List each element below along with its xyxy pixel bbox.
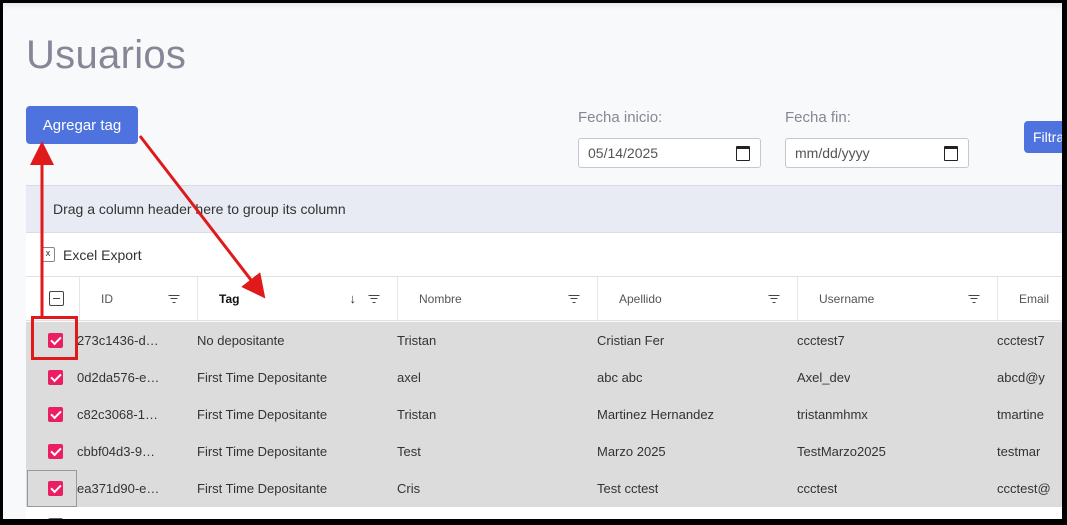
cell-email: ccctest@ [997,481,1051,496]
cell-tag: First Time Depositante [197,407,328,422]
column-header-tag[interactable]: Tag ↓ [197,277,397,320]
sort-descending-icon[interactable]: ↓ [350,291,357,306]
column-header-username[interactable]: Username [797,277,997,320]
start-date-input[interactable]: 05/14/2025 [578,138,761,168]
cell-nombre: daniel [397,507,432,519]
column-header-id[interactable]: ID [79,277,197,320]
cell-username: tristanmhmx [797,407,868,422]
filter-icon[interactable] [168,294,179,303]
column-header-email[interactable]: Email [997,277,1062,320]
cell-apellido: Carza ramp [597,507,665,519]
select-all-checkbox[interactable] [49,291,64,306]
page-title: Usuarios [26,33,187,77]
app-window: Usuarios Agregar tag Fecha inicio: 05/14… [3,3,1062,519]
filter-icon[interactable] [568,294,579,303]
table-row[interactable]: cbbf04d3-9… First Time Depositante Test Mar… [26,433,1062,470]
cell-tag: First Time Depositante [197,370,328,385]
end-date-label: Fecha fin: [785,109,851,126]
table-row[interactable]: 0d2da576-e… First Time Depositante axel abc… [26,359,1062,396]
cell-email: tmartine [997,407,1044,422]
row-checkbox[interactable] [48,407,63,422]
column-label: Nombre [419,291,462,306]
users-grid: Drag a column header here to group its c… [26,185,1062,519]
start-date-value: 05/14/2025 [588,145,659,161]
grid-header: ID Tag ↓ Nombre Apellido Username Email [26,277,1062,321]
cell-nombre: Cris [397,481,421,496]
row-select-cell[interactable] [26,470,77,507]
row-checkbox[interactable] [48,481,63,496]
cell-id: 0d2da576-e… [77,370,160,385]
group-panel[interactable]: Drag a column header here to group its c… [26,185,1062,233]
cell-username: ccctest [797,481,838,496]
row-checkbox[interactable] [48,370,63,385]
cell-email: bestab [997,507,1036,519]
cell-apellido: Marzo 2025 [597,444,666,459]
cell-apellido: abc abc [597,370,643,385]
cell-id: cbbf04d3-9… [77,444,156,459]
end-date-input[interactable]: mm/dd/yyyy [785,138,969,168]
column-label: Tag [219,291,240,306]
filter-icon[interactable] [968,294,979,303]
row-checkbox[interactable] [48,444,63,459]
cell-username: ccctest7 [797,333,845,348]
cell-id: ea371d90-e… [77,481,160,496]
column-label: Username [819,291,875,306]
cell-nombre: Tristan [397,333,437,348]
cell-nombre: axel [397,370,421,385]
cell-email: testmar [997,444,1041,459]
table-row[interactable]: c82c3068-1… First Time Depositante Tristan… [26,396,1062,433]
column-label: Email [1019,291,1050,306]
cell-id: 8031a04e-7… [77,507,159,519]
table-row[interactable]: 8031a04e-7… daniel Carza ramp bestabeta best… [26,507,1062,519]
cell-nombre: Tristan [397,407,437,422]
table-row[interactable]: ea371d90-e… First Time Depositante Cris Tes… [26,470,1062,507]
excel-icon: X [41,247,55,262]
cell-username: TestMarzo2025 [797,444,886,459]
start-date-label: Fecha inicio: [578,109,663,126]
cell-tag: No depositante [197,333,285,348]
grid-toolbar: X Excel Export [26,233,1062,277]
row-select-cell[interactable] [26,396,76,433]
cell-email: abcd@y [997,370,1045,385]
cell-email: ccctest7 [997,333,1045,348]
excel-export-button[interactable]: Excel Export [63,247,142,263]
filter-icon[interactable] [768,294,779,303]
row-select-cell[interactable] [26,359,76,396]
end-date-placeholder: mm/dd/yyyy [795,145,870,161]
cell-nombre: Test [397,444,421,459]
cell-apellido: Test cctest [597,481,659,496]
annotation-highlight-box [31,316,78,360]
cell-id: c82c3068-1… [77,407,158,422]
column-header-apellido[interactable]: Apellido [597,277,797,320]
row-select-cell[interactable] [26,433,76,470]
row-select-cell[interactable] [26,507,76,519]
filter-button[interactable]: Filtra [1024,121,1062,153]
cell-id: 273c1436-d… [77,333,159,348]
table-row[interactable]: 273c1436-d… No depositante Tristan Cristian… [26,322,1062,359]
cell-username: bestabeta [797,507,854,519]
cell-tag: First Time Depositante [197,444,328,459]
column-label: ID [101,291,113,306]
calendar-icon[interactable] [736,145,750,161]
add-tag-button[interactable]: Agregar tag [26,106,138,144]
filter-icon[interactable] [368,294,379,303]
cell-apellido: Martinez Hernandez [597,407,715,422]
cell-username: Axel_dev [797,370,851,385]
column-header-nombre[interactable]: Nombre [397,277,597,320]
cell-tag: First Time Depositante [197,481,328,496]
column-label: Apellido [619,291,662,306]
cell-apellido: Cristian Fer [597,333,665,348]
calendar-icon[interactable] [944,145,958,161]
row-checkbox[interactable] [48,518,63,519]
